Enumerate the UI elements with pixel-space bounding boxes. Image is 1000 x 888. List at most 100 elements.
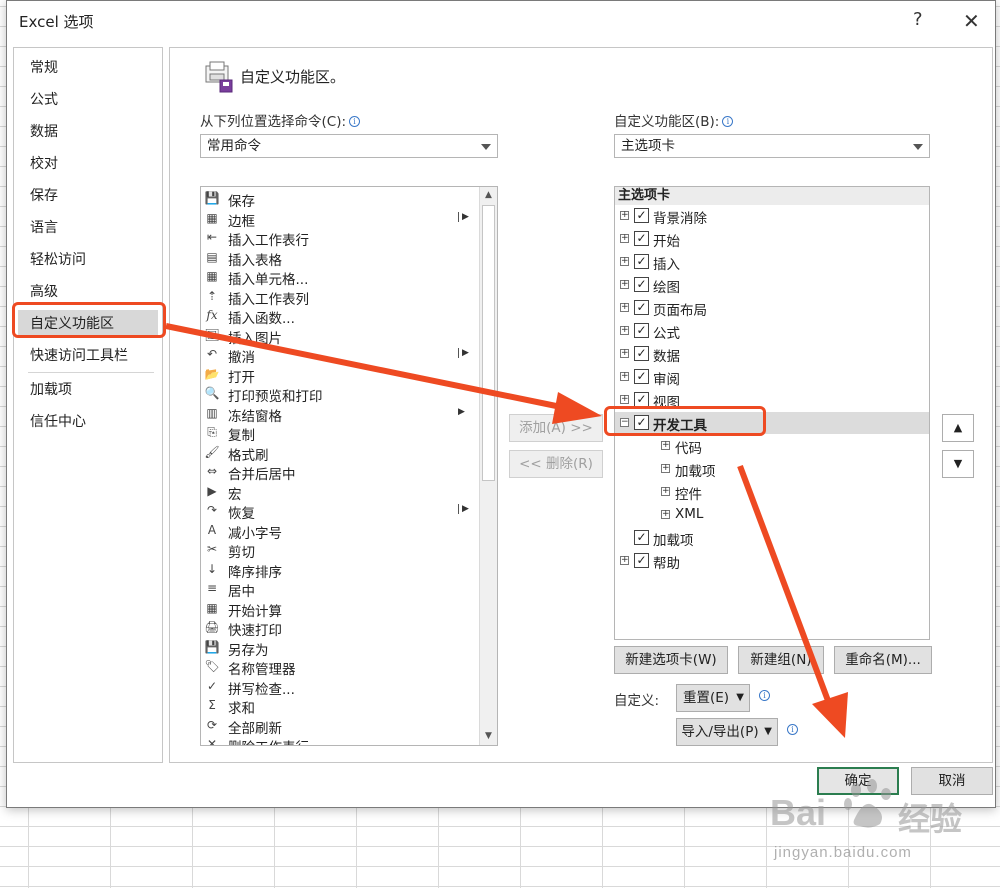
expand-icon[interactable]: + <box>661 487 670 496</box>
checkbox[interactable]: ✓ <box>634 208 649 223</box>
checkbox[interactable]: ✓ <box>634 369 649 384</box>
command-item[interactable]: 🖨 快速打印 <box>201 618 479 639</box>
expand-icon[interactable]: + <box>620 349 629 358</box>
ribbon-tab-item[interactable]: + ✓ 审阅 <box>615 366 929 388</box>
reset-dropdown-button[interactable]: 重置(E) ▼ <box>676 684 750 712</box>
command-item[interactable]: 🏷 名称管理器 <box>201 657 479 678</box>
ribbon-tab-item[interactable]: + ✓ 帮助 <box>615 550 929 572</box>
commands-scrollbar[interactable]: ▲ ▼ <box>479 187 497 745</box>
command-item[interactable]: ▦ 插入单元格... <box>201 267 479 288</box>
commands-list[interactable]: ▲ ▼ 💾 保存 ▦ 边框 ▶ ⇤ 插入工作表行 ▤ 插入表格 ▦ 插入单元格... ⇡ 插入工作表列 f… <box>200 186 498 746</box>
ribbon-tab-item[interactable]: + ✓ 插入 <box>615 251 929 273</box>
ribbon-tab-item[interactable]: + ✓ 开始 <box>615 228 929 250</box>
scroll-thumb[interactable] <box>482 205 495 481</box>
nav-item-add-ins[interactable]: 加载项 <box>14 376 162 404</box>
expand-icon[interactable]: + <box>620 211 629 220</box>
import-export-button[interactable]: 导入/导出(P) ▼ <box>676 718 778 746</box>
command-item[interactable]: ▤ 插入表格 <box>201 248 479 269</box>
expand-icon[interactable]: + <box>620 280 629 289</box>
nav-item-customize-ribbon[interactable]: 自定义功能区 <box>18 310 158 338</box>
scroll-down-icon[interactable]: ▼ <box>480 728 497 745</box>
new-tab-button[interactable]: 新建选项卡(W) <box>614 646 728 674</box>
command-item[interactable]: 💾 保存 <box>201 189 479 210</box>
command-item[interactable]: 🖌 格式刷 <box>201 443 479 464</box>
command-item[interactable]: 📂 打开 <box>201 365 479 386</box>
remove-button[interactable]: << 删除(R) <box>509 450 603 478</box>
checkbox[interactable]: ✓ <box>634 254 649 269</box>
rename-button[interactable]: 重命名(M)... <box>834 646 932 674</box>
new-group-button[interactable]: 新建组(N) <box>738 646 824 674</box>
ribbon-group-item[interactable]: + 代码 <box>615 435 929 457</box>
checkbox[interactable]: ✓ <box>634 231 649 246</box>
close-button[interactable]: ✕ <box>963 9 980 33</box>
nav-item-accessibility[interactable]: 轻松访问 <box>14 246 162 274</box>
checkbox[interactable]: ✓ <box>634 346 649 361</box>
expand-icon[interactable]: + <box>620 303 629 312</box>
command-item[interactable]: 🔍 打印预览和打印 <box>201 384 479 405</box>
customize-ribbon-dropdown[interactable]: 主选项卡 <box>614 134 930 158</box>
nav-item-proofing[interactable]: 校对 <box>14 150 162 178</box>
nav-item-data[interactable]: 数据 <box>14 118 162 146</box>
ribbon-tab-item[interactable]: + ✓ 数据 <box>615 343 929 365</box>
expand-icon[interactable]: + <box>620 326 629 335</box>
command-item[interactable]: ⇤ 插入工作表行 <box>201 228 479 249</box>
info-icon[interactable]: i <box>787 724 798 735</box>
info-icon[interactable]: i <box>722 116 734 127</box>
collapse-icon[interactable]: − <box>620 418 629 427</box>
command-item[interactable]: ↶ 撤消 ▶ <box>201 345 479 366</box>
command-item[interactable]: ✂ 剪切 <box>201 540 479 561</box>
expand-icon[interactable]: + <box>620 372 629 381</box>
info-icon[interactable]: i <box>759 690 770 701</box>
command-item[interactable]: ↓ 降序排序 <box>201 560 479 581</box>
checkbox[interactable]: ✓ <box>634 553 649 568</box>
info-icon[interactable]: i <box>349 116 361 127</box>
nav-item-advanced[interactable]: 高级 <box>14 278 162 306</box>
command-item[interactable]: A 减小字号 <box>201 521 479 542</box>
add-button[interactable]: 添加(A) >> <box>509 414 603 442</box>
nav-item-language[interactable]: 语言 <box>14 214 162 242</box>
command-item[interactable]: ▦ 开始计算 <box>201 599 479 620</box>
command-item[interactable]: ↷ 恢复 ▶ <box>201 501 479 522</box>
command-item[interactable]: ⎘ 复制 <box>201 423 479 444</box>
ribbon-tab-item[interactable]: + ✓ 视图 <box>615 389 929 411</box>
ribbon-tab-item[interactable]: + ✓ 页面布局 <box>615 297 929 319</box>
nav-item-general[interactable]: 常规 <box>14 54 162 82</box>
command-item[interactable]: ⟳ 全部刷新 <box>201 716 479 737</box>
ribbon-tab-item[interactable]: + ✓ 背景消除 <box>615 205 929 227</box>
ribbon-group-item[interactable]: + 控件 <box>615 481 929 503</box>
command-item[interactable]: ▶ 宏 <box>201 482 479 503</box>
ribbon-group-item[interactable]: + XML <box>615 504 929 526</box>
nav-item-quick-access-toolbar[interactable]: 快速访问工具栏 <box>14 342 162 370</box>
checkbox[interactable]: ✓ <box>634 300 649 315</box>
ribbon-tab-item[interactable]: ✓ 加载项 <box>615 527 929 549</box>
command-item[interactable]: ⇔ 合并后居中 <box>201 462 479 483</box>
command-item[interactable]: ≡ 居中 <box>201 579 479 600</box>
scroll-up-icon[interactable]: ▲ <box>480 187 497 204</box>
checkbox[interactable]: ✓ <box>634 323 649 338</box>
command-item[interactable]: ▦ 边框 ▶ <box>201 209 479 230</box>
expand-icon[interactable]: + <box>661 510 670 519</box>
command-item[interactable]: ▥ 冻结窗格 ▶ <box>201 404 479 425</box>
move-up-button[interactable]: ▲ <box>942 414 974 442</box>
ribbon-group-item[interactable]: + 加载项 <box>615 458 929 480</box>
nav-item-formulas[interactable]: 公式 <box>14 86 162 114</box>
checkbox[interactable]: ✓ <box>634 415 649 430</box>
help-button[interactable]: ? <box>913 9 923 30</box>
command-item[interactable]: 🖼 插入图片 <box>201 326 479 347</box>
ribbon-tab-item[interactable]: + ✓ 公式 <box>615 320 929 342</box>
expand-icon[interactable]: + <box>620 257 629 266</box>
expand-icon[interactable]: + <box>661 464 670 473</box>
checkbox[interactable]: ✓ <box>634 277 649 292</box>
ribbon-tab-item[interactable]: + ✓ 绘图 <box>615 274 929 296</box>
nav-item-save[interactable]: 保存 <box>14 182 162 210</box>
checkbox[interactable]: ✓ <box>634 530 649 545</box>
command-item[interactable]: ✓ 拼写检查... <box>201 677 479 698</box>
expand-icon[interactable]: + <box>620 234 629 243</box>
command-item[interactable]: ⇡ 插入工作表列 <box>201 287 479 308</box>
command-item[interactable]: fx 插入函数... <box>201 306 479 327</box>
command-item[interactable]: 💾 另存为 <box>201 638 479 659</box>
expand-icon[interactable]: + <box>620 395 629 404</box>
expand-icon[interactable]: + <box>620 556 629 565</box>
checkbox[interactable]: ✓ <box>634 392 649 407</box>
expand-icon[interactable]: + <box>661 441 670 450</box>
